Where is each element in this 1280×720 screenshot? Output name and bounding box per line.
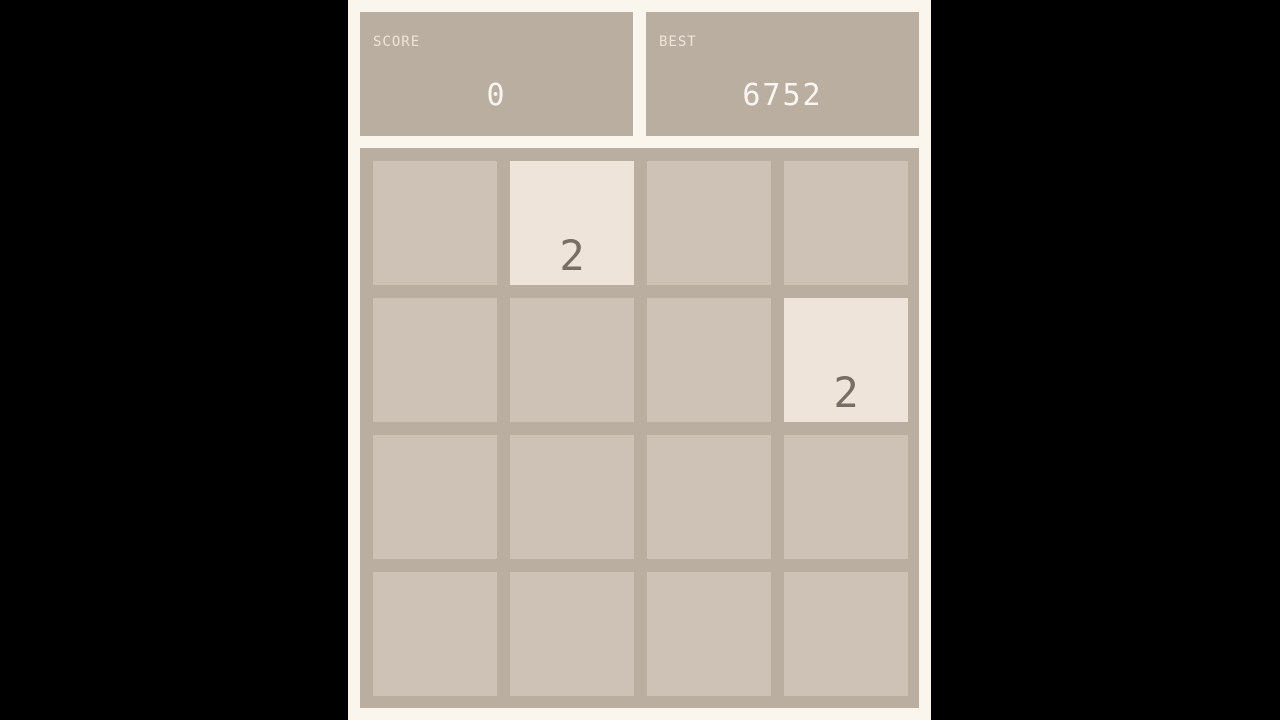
tile-2: 2 <box>510 161 634 285</box>
tile-value: 2 <box>833 368 859 417</box>
grid-cell <box>647 298 771 422</box>
grid-cell <box>510 435 634 559</box>
game-board[interactable]: 2 2 <box>360 148 919 708</box>
grid-cell <box>647 435 771 559</box>
grid-cell <box>373 572 497 696</box>
grid-cell <box>784 435 908 559</box>
grid-cell <box>510 572 634 696</box>
tile-grid: 2 2 <box>373 161 908 696</box>
tile-value: 2 <box>559 231 585 280</box>
grid-cell <box>373 161 497 285</box>
grid-cell <box>647 572 771 696</box>
grid-cell <box>647 161 771 285</box>
grid-cell <box>373 435 497 559</box>
grid-cell <box>510 298 634 422</box>
grid-cell <box>784 572 908 696</box>
score-box: SCORE 0 <box>360 12 633 136</box>
best-score-label: BEST <box>659 34 697 50</box>
grid-cell <box>373 298 497 422</box>
score-value: 0 <box>486 78 507 113</box>
game-panel: SCORE 0 BEST 6752 2 2 <box>348 0 931 720</box>
tile-2: 2 <box>784 298 908 422</box>
score-label: SCORE <box>373 34 421 50</box>
best-score-value: 6752 <box>742 78 823 113</box>
grid-cell <box>784 161 908 285</box>
best-score-box: BEST 6752 <box>646 12 919 136</box>
